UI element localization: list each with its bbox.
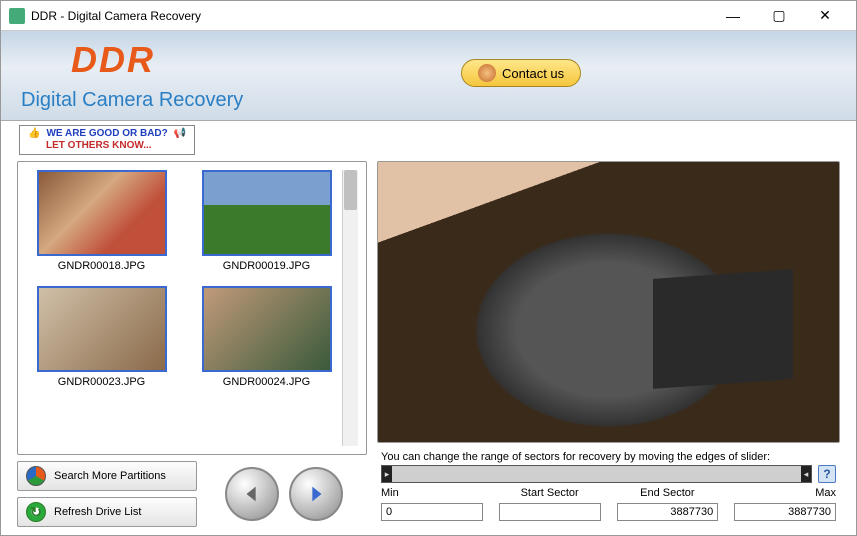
max-label: Max [734, 487, 836, 499]
search-partitions-label: Search More Partitions [54, 470, 166, 482]
sector-panel: You can change the range of sectors for … [377, 449, 840, 527]
back-button[interactable] [225, 467, 279, 521]
contact-label: Contact us [502, 66, 564, 81]
minimize-button[interactable]: — [710, 2, 756, 30]
end-sector-label: End Sector [617, 487, 719, 499]
app-window: DDR - Digital Camera Recovery — ▢ ✕ DDR … [0, 0, 857, 536]
start-sector-input[interactable] [499, 503, 601, 521]
thumbnail-item[interactable]: GNDR00018.JPG [26, 170, 177, 272]
thumbnail-item[interactable]: GNDR00024.JPG [191, 286, 342, 388]
right-column: You can change the range of sectors for … [377, 161, 840, 527]
refresh-icon [26, 502, 46, 522]
titlebar: DDR - Digital Camera Recovery — ▢ ✕ [1, 1, 856, 31]
search-partitions-button[interactable]: Search More Partitions [17, 461, 197, 491]
thumbnail-image [37, 170, 167, 256]
min-label: Min [381, 487, 483, 499]
thumbnail-item[interactable]: GNDR00023.JPG [26, 286, 177, 388]
start-sector-label: Start Sector [499, 487, 601, 499]
window-controls: — ▢ ✕ [710, 2, 848, 30]
thumbnail-item[interactable]: GNDR00019.JPG [191, 170, 342, 272]
banner: DDR Digital Camera Recovery Contact us [1, 31, 856, 121]
sector-instruction: You can change the range of sectors for … [381, 451, 836, 463]
nav-buttons [225, 467, 343, 521]
partitions-icon [26, 466, 46, 486]
thumbnail-image [37, 286, 167, 372]
feedback-button[interactable]: 👍 WE ARE GOOD OR BAD? 📢 LET OTHERS KNOW.… [19, 125, 195, 155]
thumbnail-image [202, 286, 332, 372]
sector-slider-row: ? [381, 465, 836, 483]
forward-button[interactable] [289, 467, 343, 521]
sector-values-row: Min Start Sector End Sector Max [381, 487, 836, 521]
refresh-drive-label: Refresh Drive List [54, 506, 141, 518]
thumbnail-filename: GNDR00023.JPG [58, 376, 145, 388]
content-area: GNDR00018.JPG GNDR00019.JPG GNDR00023.JP… [1, 159, 856, 535]
feedback-line2: LET OTHERS KNOW... [46, 140, 152, 151]
arrow-left-icon [241, 483, 263, 505]
thumbnails-panel: GNDR00018.JPG GNDR00019.JPG GNDR00023.JP… [17, 161, 367, 455]
slider-handle-left[interactable] [382, 466, 392, 482]
left-actions: Search More Partitions Refresh Drive Lis… [17, 461, 367, 527]
maximize-button[interactable]: ▢ [756, 2, 802, 30]
thumbnail-filename: GNDR00019.JPG [223, 260, 310, 272]
window-title: DDR - Digital Camera Recovery [31, 9, 710, 23]
preview-pane [377, 161, 840, 443]
thumbnails-scrollbar[interactable] [342, 170, 358, 446]
min-value-input[interactable] [381, 503, 483, 521]
thumbnail-filename: GNDR00024.JPG [223, 376, 310, 388]
left-column: GNDR00018.JPG GNDR00019.JPG GNDR00023.JP… [17, 161, 367, 527]
thumbnails-grid: GNDR00018.JPG GNDR00019.JPG GNDR00023.JP… [26, 170, 342, 446]
end-sector-input[interactable] [617, 503, 719, 521]
max-value-input[interactable] [734, 503, 836, 521]
sector-range-slider[interactable] [381, 465, 812, 483]
close-button[interactable]: ✕ [802, 2, 848, 30]
scrollbar-thumb[interactable] [344, 170, 357, 210]
slider-handle-right[interactable] [801, 466, 811, 482]
button-stack: Search More Partitions Refresh Drive Lis… [17, 461, 197, 527]
banner-subtitle: Digital Camera Recovery [21, 89, 243, 112]
logo-text: DDR [71, 39, 155, 81]
contact-icon [478, 64, 496, 82]
thumbnail-image [202, 170, 332, 256]
arrow-right-icon [305, 483, 327, 505]
feedback-line1: WE ARE GOOD OR BAD? [46, 128, 167, 139]
contact-us-button[interactable]: Contact us [461, 59, 581, 87]
refresh-drive-button[interactable]: Refresh Drive List [17, 497, 197, 527]
thumbnail-filename: GNDR00018.JPG [58, 260, 145, 272]
app-icon [9, 8, 25, 24]
feedback-bar: 👍 WE ARE GOOD OR BAD? 📢 LET OTHERS KNOW.… [1, 121, 856, 159]
help-button[interactable]: ? [818, 465, 836, 483]
